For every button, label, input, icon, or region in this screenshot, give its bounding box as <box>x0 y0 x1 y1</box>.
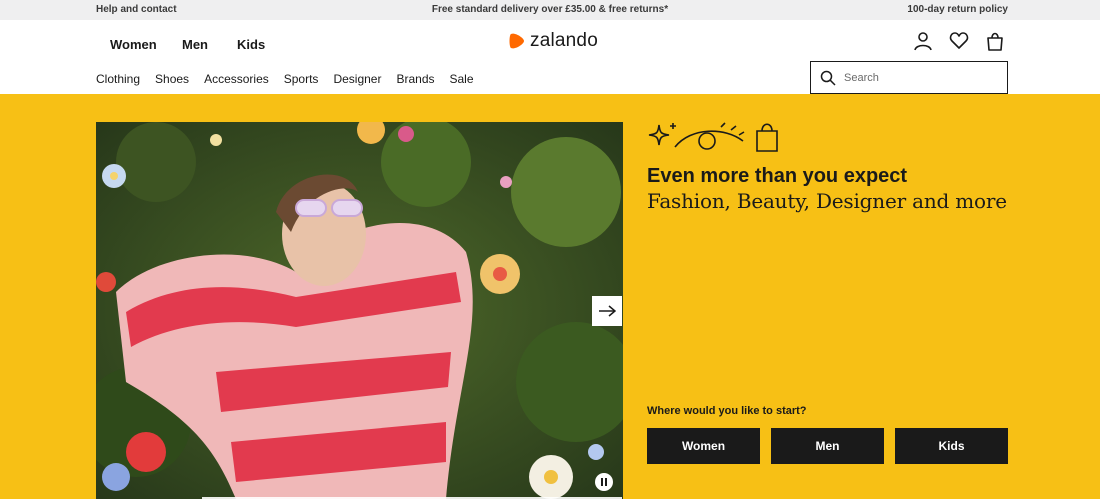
category-designer[interactable]: Designer <box>333 72 381 86</box>
hero-photo-illustration <box>96 122 623 499</box>
service-bar: Free standard delivery over £35.00 & fre… <box>0 0 1100 20</box>
hero-image[interactable] <box>96 122 623 499</box>
hero-banner: Even more than you expect Fashion, Beaut… <box>0 94 1100 499</box>
arrow-right-icon <box>599 305 616 317</box>
category-shoes[interactable]: Shoes <box>155 72 189 86</box>
category-sale[interactable]: Sale <box>450 72 474 86</box>
start-question: Where would you like to start? <box>647 405 807 417</box>
category-accessories[interactable]: Accessories <box>204 72 269 86</box>
returns-link[interactable]: 100-day return policy <box>907 4 1008 15</box>
nav-men[interactable]: Men <box>182 37 208 52</box>
start-men-button[interactable]: Men <box>771 428 884 464</box>
user-icon[interactable] <box>913 31 933 51</box>
eye-icon <box>674 122 745 150</box>
nav-kids[interactable]: Kids <box>237 37 265 52</box>
start-women-button[interactable]: Women <box>647 428 760 464</box>
hero-subline: Fashion, Beauty, Designer and more <box>647 189 1007 213</box>
logo-icon <box>509 33 524 49</box>
search-box[interactable] <box>810 61 1008 94</box>
sparkle-icon <box>648 123 676 146</box>
search-input[interactable] <box>844 71 994 84</box>
category-clothing[interactable]: Clothing <box>96 72 140 86</box>
zalando-logo[interactable]: zalando <box>508 30 598 52</box>
start-kids-button[interactable]: Kids <box>895 428 1008 464</box>
nav-women[interactable]: Women <box>110 37 157 52</box>
shopping-bag-icon <box>756 123 778 152</box>
pause-icon <box>601 478 607 486</box>
search-icon <box>820 70 836 86</box>
logo-text: zalando <box>530 30 598 51</box>
hero-doodle-icons <box>648 122 778 152</box>
category-nav: Clothing Shoes Accessories Sports Design… <box>96 72 489 86</box>
pause-button[interactable] <box>595 473 613 491</box>
next-slide-button[interactable] <box>592 296 622 326</box>
hero-headline: Even more than you expect <box>647 165 908 187</box>
bag-icon[interactable] <box>985 31 1005 51</box>
help-link[interactable]: Help and contact <box>96 4 177 15</box>
heart-icon[interactable] <box>949 31 969 51</box>
header: Women Men Kids zalando Clothing Shoes Ac… <box>0 20 1100 94</box>
category-sports[interactable]: Sports <box>284 72 319 86</box>
category-brands[interactable]: Brands <box>396 72 434 86</box>
